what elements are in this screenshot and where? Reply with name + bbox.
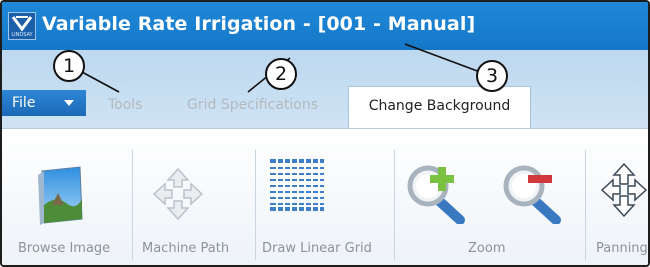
dropdown-arrow-icon xyxy=(64,100,74,106)
tab-tools[interactable]: Tools xyxy=(108,97,143,113)
browse-image-label: Browse Image xyxy=(18,241,111,256)
application-window: LINDSAY Variable Rate Irrigation - [001 … xyxy=(0,0,650,267)
callout-3: 3 xyxy=(476,60,508,92)
zoom-out-icon[interactable] xyxy=(502,162,564,225)
tab-change-background-label: Change Background xyxy=(368,98,511,114)
tab-change-background[interactable]: Change Background xyxy=(348,86,531,128)
group-separator xyxy=(132,150,133,260)
panning-icon[interactable] xyxy=(600,162,648,218)
draw-linear-grid-label: Draw Linear Grid xyxy=(262,241,372,256)
tab-grid-specifications[interactable]: Grid Specifications xyxy=(187,97,318,113)
browse-image-icon[interactable] xyxy=(36,165,88,227)
file-menu-button[interactable]: File xyxy=(2,90,86,116)
zoom-group-label: Zoom xyxy=(468,241,506,256)
callout-1: 1 xyxy=(53,50,85,82)
window-title: Variable Rate Irrigation - [001 - Manual… xyxy=(42,13,476,35)
zoom-in-icon[interactable] xyxy=(406,162,468,225)
grid-icon[interactable] xyxy=(270,159,324,211)
logo-text: LINDSAY xyxy=(11,32,33,38)
group-separator xyxy=(255,150,256,260)
group-separator xyxy=(394,150,395,260)
machine-path-icon[interactable] xyxy=(152,167,204,221)
app-logo-icon: LINDSAY xyxy=(8,12,36,40)
callout-2: 2 xyxy=(265,58,297,90)
ribbon-tab-strip xyxy=(2,50,648,128)
title-bar: LINDSAY Variable Rate Irrigation - [001 … xyxy=(2,2,648,50)
machine-path-label: Machine Path xyxy=(142,241,230,256)
file-menu-label: File xyxy=(12,95,36,111)
group-separator xyxy=(585,150,586,260)
panning-label: Panning xyxy=(596,241,648,256)
